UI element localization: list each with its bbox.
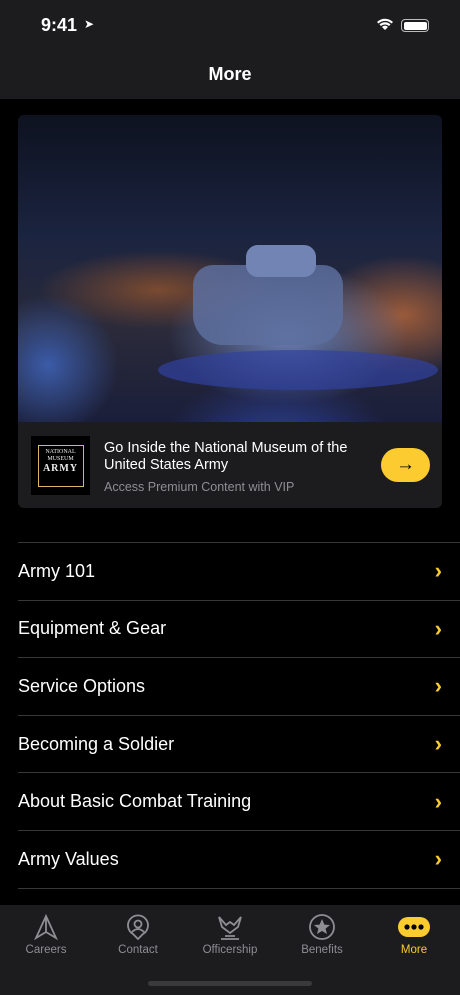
menu-divider	[18, 887, 460, 898]
page-title: More	[0, 50, 460, 99]
menu-item-label: Service Options	[18, 675, 146, 696]
menu-item-label: About Basic Combat Training	[18, 791, 252, 812]
menu-item-service-options[interactable]: Service Options ›	[18, 657, 460, 715]
tab-officership[interactable]: Officership	[184, 913, 276, 956]
location-person-icon	[127, 914, 149, 941]
status-time: 9:41	[41, 15, 78, 35]
location-arrow-icon: ➤	[84, 17, 95, 31]
chevron-right-icon: ›	[434, 788, 442, 814]
chevron-right-icon: ›	[434, 846, 442, 872]
chevron-right-icon: ›	[434, 731, 442, 757]
menu-item-label: Equipment & Gear	[18, 618, 167, 639]
menu-item-label: Army 101	[18, 560, 96, 581]
home-indicator[interactable]	[148, 981, 312, 986]
tab-label: Officership	[202, 944, 258, 956]
museum-promo-card[interactable]: NATIONAL MUSEUM ARMY Go Inside the Nationa…	[18, 115, 442, 508]
battery-icon	[401, 19, 429, 32]
eagle-icon	[218, 916, 242, 940]
museum-photo	[18, 115, 442, 422]
menu-item-label: Army Values	[18, 848, 119, 869]
tab-more[interactable]: More	[368, 913, 460, 956]
menu-item-equipment-gear[interactable]: Equipment & Gear ›	[18, 599, 460, 658]
menu-item-army-101[interactable]: Army 101 ›	[18, 542, 460, 600]
tab-label: Benefits	[301, 944, 343, 956]
status-bar: 9:41 ➤	[0, 0, 460, 50]
chevron-right-icon: ›	[434, 673, 442, 699]
star-circle-icon	[309, 914, 335, 940]
more-menu: Army 101 › Equipment & Gear › Service Opti…	[18, 542, 460, 898]
tab-benefits[interactable]: Benefits	[276, 913, 368, 956]
promo-title: Go Inside the National Museum of the Uni…	[104, 440, 348, 473]
tab-careers[interactable]: Careers	[0, 913, 92, 956]
menu-item-label: Becoming a Soldier	[18, 733, 175, 754]
wifi-icon	[377, 18, 393, 30]
museum-logo: NATIONAL MUSEUM ARMY	[31, 436, 90, 495]
menu-item-army-values[interactable]: Army Values ›	[18, 829, 460, 888]
promo-subtitle: Access Premium Content with VIP	[104, 480, 295, 494]
tab-label: More	[400, 944, 428, 956]
tab-label: Careers	[25, 944, 67, 956]
tab-contact[interactable]: Contact	[92, 913, 184, 956]
menu-item-becoming-soldier[interactable]: Becoming a Soldier ›	[18, 714, 460, 773]
chevron-right-icon: ›	[434, 615, 442, 641]
arrow-right-button[interactable]: →	[381, 448, 430, 482]
navigation-arrow-icon	[33, 913, 59, 941]
chevron-right-icon: ›	[434, 558, 442, 584]
menu-item-basic-combat-training[interactable]: About Basic Combat Training ›	[18, 772, 460, 830]
more-dots-icon	[398, 917, 430, 937]
tab-label: Contact	[118, 944, 158, 956]
